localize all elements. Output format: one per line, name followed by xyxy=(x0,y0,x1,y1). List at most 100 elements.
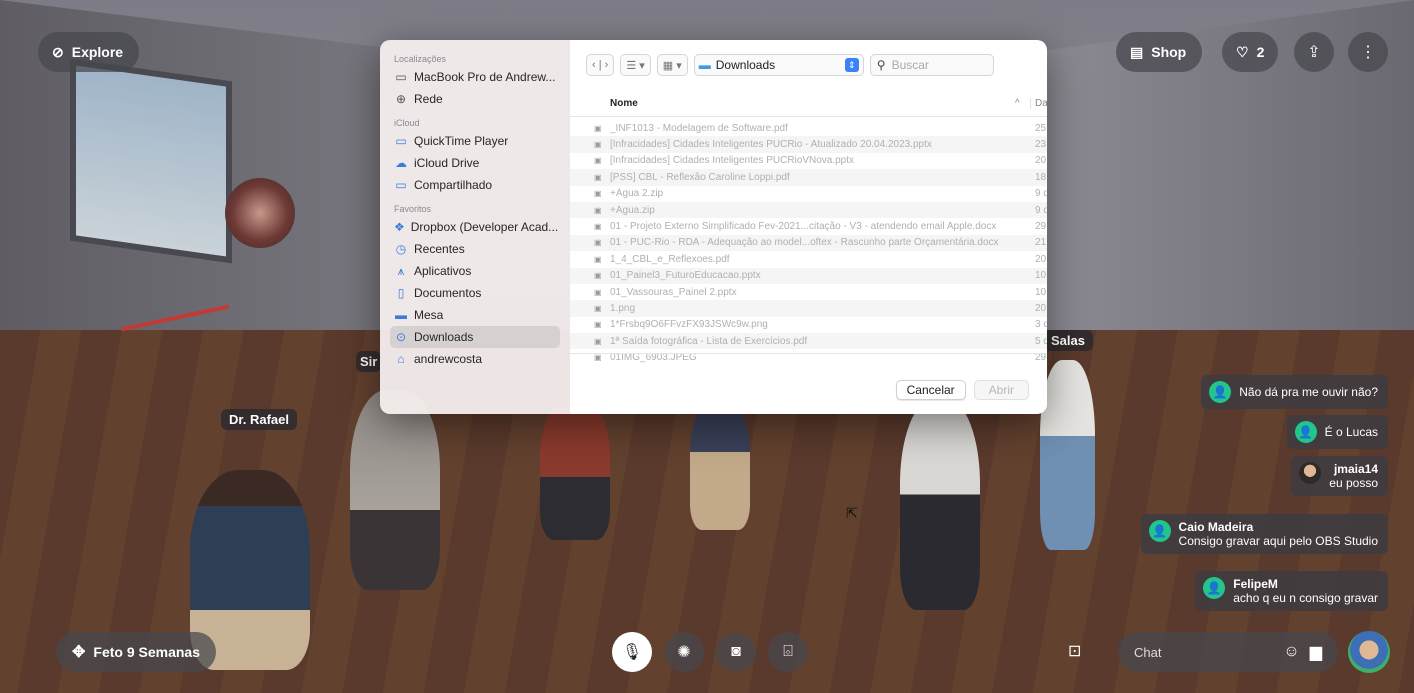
search-input[interactable]: ⚲ Buscar xyxy=(869,54,994,76)
grid-view-button[interactable]: ▦ ▾ xyxy=(656,54,688,76)
chat-message: jmaia14 eu posso xyxy=(1291,456,1388,496)
file-icon: ▣ xyxy=(594,238,602,248)
shop-button[interactable]: ▤ Shop xyxy=(1116,32,1203,72)
room-button[interactable]: ✥ Feto 9 Semanas xyxy=(56,632,217,672)
sidebar-item-label: Documentos xyxy=(414,286,482,300)
file-row[interactable]: ▣ 1_4_CBL_e_Reflexoes.pdf 20 xyxy=(570,251,1047,267)
file-row[interactable]: ▣ _INF1013 - Modelagem de Software.pdf 25 xyxy=(570,120,1047,136)
camera-icon: ◙ xyxy=(731,643,741,660)
microphone-button[interactable]: 🎙 xyxy=(612,632,652,672)
chat-input[interactable]: Chat ☺ ▆ xyxy=(1118,632,1338,672)
heart-icon: ♡ xyxy=(1236,43,1249,60)
avatar-figure[interactable] xyxy=(690,400,750,530)
sidebar-item-label: Compartilhado xyxy=(414,178,493,192)
folder-icon: ▬ xyxy=(698,58,711,72)
sidebar-item-label: Rede xyxy=(414,92,443,106)
explore-button[interactable]: ⊘ Explore xyxy=(38,32,140,72)
file-name: 01 - PUC-Rio - RDA - Adequação ao model.… xyxy=(610,237,999,249)
chevron-left-icon[interactable]: ‹ xyxy=(592,59,596,71)
open-button[interactable]: Abrir xyxy=(973,380,1029,400)
emote-button[interactable]: ✺ xyxy=(664,632,704,672)
chevron-right-icon[interactable]: › xyxy=(605,59,609,71)
dropbox-icon: ❖ xyxy=(394,220,405,234)
dialog-sidebar: Localizações ▭ MacBook Pro de Andrew... ⊕… xyxy=(380,40,570,414)
list-view-button[interactable]: ☰ ▾ xyxy=(620,54,651,76)
sidebar-item-aplicativos[interactable]: ⩚ Aplicativos xyxy=(390,260,560,282)
apps-icon: ⩚ xyxy=(397,263,405,278)
file-name: [PSS] CBL - Reflexão Caroline Loppi.pdf xyxy=(610,171,790,183)
compass-icon: ⊘ xyxy=(52,43,64,60)
file-row[interactable]: ▣ 1.png 20 xyxy=(570,300,1047,317)
sidebar-item-compartilhado[interactable]: ▭ Compartilhado xyxy=(390,174,560,196)
file-row[interactable]: ▣ [Infracidades] Cidades Inteligentes PUC… xyxy=(570,136,1047,153)
sidebar-item-home[interactable]: ⌂ andrewcosta xyxy=(390,348,560,370)
file-row[interactable]: ▣ +Água.zip 9 d xyxy=(570,201,1047,219)
chat-bubble-icon[interactable]: ▆ xyxy=(1310,642,1322,662)
emoji-icon[interactable]: ☺ xyxy=(1283,643,1299,661)
file-row[interactable]: ▣ 01 - Projeto Externo Simplificado Fev-2… xyxy=(570,218,1047,234)
gallery-window xyxy=(70,58,232,264)
file-row[interactable]: ▣ +Água 2.zip 9 d xyxy=(570,186,1047,202)
backpack-icon: ⌺ xyxy=(783,643,793,660)
file-date: 29 xyxy=(1035,221,1047,233)
dialog-buttons: Cancelar Abrir xyxy=(895,380,1029,400)
stepper-icon: ⇕ xyxy=(844,58,859,72)
sidebar-item-documentos[interactable]: ▯ Documentos xyxy=(390,282,560,304)
sidebar-item-mesa[interactable]: ▬ Mesa xyxy=(390,304,560,326)
room-name: Feto 9 Semanas xyxy=(93,644,201,660)
chat-message-text: Não dá pra me ouvir não? xyxy=(1239,385,1378,399)
sidebar-item-macbook[interactable]: ▭ MacBook Pro de Andrew... xyxy=(390,66,560,88)
file-row[interactable]: ▣ 01_Painel3_FuturoEducacao.pptx 10 xyxy=(570,267,1047,284)
sidebar-item-icloud-drive[interactable]: ☁ iCloud Drive xyxy=(390,152,560,174)
camera-view-button[interactable]: ⊡ xyxy=(1068,641,1081,661)
file-row[interactable]: ▣ 01 - PUC-Rio - RDA - Adequação ao model… xyxy=(570,234,1047,252)
avatar-figure[interactable] xyxy=(900,400,980,610)
file-date: 20 xyxy=(1035,155,1047,167)
column-label: Nome xyxy=(610,97,638,109)
cloud-icon: ☁ xyxy=(395,156,407,170)
sidebar-item-recentes[interactable]: ◷ Recentes xyxy=(390,238,560,260)
avatar-figure[interactable] xyxy=(540,400,610,540)
favorites-button[interactable]: ♡ 2 xyxy=(1222,32,1279,72)
file-icon: ▣ xyxy=(594,123,602,133)
camera-button[interactable]: ◙ xyxy=(716,632,756,672)
sidebar-item-downloads[interactable]: ⊙ Downloads xyxy=(390,326,560,348)
name-tag: Dr. Rafael xyxy=(221,409,297,430)
share-icon: ⇪ xyxy=(1307,44,1321,61)
file-icon: ▣ xyxy=(594,156,602,166)
file-row[interactable]: ▣ [Infracidades] Cidades Inteligentes PUC… xyxy=(570,153,1047,169)
back-forward-buttons[interactable]: ‹ | › xyxy=(586,54,615,76)
backpack-button[interactable]: ⌺ xyxy=(768,632,808,672)
name-tag: Sir xyxy=(356,351,382,372)
chat-placeholder: Chat xyxy=(1134,644,1162,660)
cancel-button[interactable]: Cancelar xyxy=(895,380,966,400)
file-icon: ▣ xyxy=(594,254,602,264)
file-icon: ▣ xyxy=(594,336,602,346)
location-select[interactable]: ▬ Downloads ⇕ xyxy=(693,54,864,76)
file-date: 9 d xyxy=(1035,188,1047,200)
more-options-button[interactable]: ⋮ xyxy=(1348,32,1388,72)
avatar-figure[interactable] xyxy=(1040,360,1095,550)
sidebar-section-header: Localizações xyxy=(394,54,447,64)
sidebar-item-quicktime[interactable]: ▭ QuickTime Player xyxy=(390,130,560,152)
sidebar-item-dropbox[interactable]: ❖ Dropbox (Developer Acad... xyxy=(390,216,560,238)
my-avatar-button[interactable] xyxy=(1348,631,1390,673)
file-row[interactable]: ▣ 1*Frsbq9O6FFvzFX93JSWc9w.png 3 d xyxy=(570,317,1047,333)
home-icon: ⌂ xyxy=(397,352,405,366)
file-row[interactable]: ▣ [PSS] CBL - Reflexão Caroline Loppi.pdf… xyxy=(570,169,1047,186)
avatar-figure[interactable] xyxy=(350,390,440,590)
column-header-nome[interactable]: Nome ^ Da xyxy=(570,90,1047,117)
file-row[interactable]: ▣ 01IMG_6903.JPEG 29 xyxy=(570,349,1047,365)
person-icon: 👤 xyxy=(1203,577,1226,599)
chat-message-text: É o Lucas xyxy=(1324,425,1378,439)
column-header-date[interactable]: Da xyxy=(1030,97,1047,109)
file-name: [Infracidades] Cidades Inteligentes PUCR… xyxy=(610,155,855,167)
share-button[interactable]: ⇪ xyxy=(1294,32,1334,72)
file-icon: ▣ xyxy=(594,205,602,215)
fetus-artwork[interactable] xyxy=(225,178,295,248)
file-icon: ▣ xyxy=(594,222,602,232)
file-row[interactable]: ▣ 01_Vassouras_Painel 2.pptx 10 xyxy=(570,284,1047,300)
shared-folder-icon: ▭ xyxy=(395,178,407,192)
sidebar-item-rede[interactable]: ⊕ Rede xyxy=(390,88,560,110)
file-row[interactable]: ▣ 1ª Saída fotográfica - Lista de Exercíc… xyxy=(570,333,1047,350)
